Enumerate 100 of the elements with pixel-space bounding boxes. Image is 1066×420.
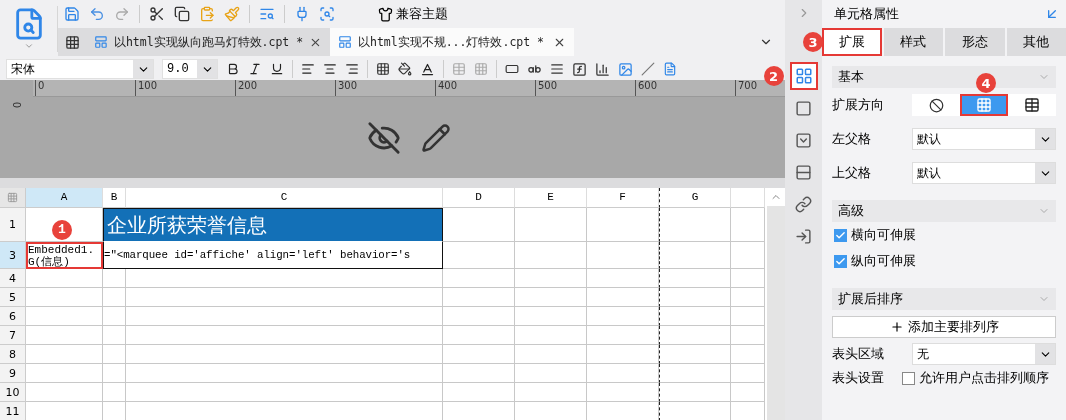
table-cell [587, 288, 659, 307]
panel-tab[interactable]: 形态 [945, 28, 1005, 56]
column-header[interactable]: A [26, 188, 103, 208]
field-label: 扩展方向 [832, 96, 885, 114]
textbox-icon[interactable] [505, 62, 519, 76]
column-header[interactable]: C [126, 188, 443, 208]
top-parent-select[interactable]: 默认 [912, 162, 1056, 184]
field-label: 表头设置 [832, 369, 885, 387]
check-icon [835, 255, 846, 267]
table-title-cell: 企业所获荣誉信息 [103, 208, 443, 242]
fill-color-icon[interactable] [398, 62, 412, 76]
cut-icon[interactable] [149, 6, 165, 22]
copy-icon[interactable] [174, 6, 190, 22]
column-header[interactable]: E [515, 188, 587, 208]
formula-icon[interactable] [572, 61, 587, 77]
column-header[interactable]: D [443, 188, 515, 208]
checkbox[interactable] [834, 228, 847, 242]
chart-icon[interactable] [595, 61, 610, 77]
row-header[interactable]: 9 [0, 364, 26, 383]
file-tab[interactable]: 以html实现纵向跑马灯特效.cpt * [86, 28, 330, 56]
paragraph-icon[interactable] [550, 62, 564, 76]
table-cell [587, 269, 659, 288]
table-cell [515, 383, 587, 402]
widget-icon [795, 131, 812, 149]
table-cell [515, 345, 587, 364]
table-cell [731, 269, 765, 288]
table-cell [443, 208, 515, 242]
table-cell [443, 364, 515, 383]
panel-tab[interactable]: 样式 [883, 28, 943, 56]
plug-icon[interactable] [294, 6, 310, 22]
theme-button[interactable]: 兼容主题 [374, 5, 452, 23]
row-header[interactable]: 4 [0, 269, 26, 288]
ruler-label: 700 [735, 80, 758, 96]
font-select[interactable]: 宋体 [6, 59, 154, 79]
header-area-select[interactable]: 无 [912, 343, 1056, 365]
table-cell [443, 383, 515, 402]
row-header[interactable]: 6 [0, 307, 26, 326]
border-icon[interactable] [376, 62, 390, 76]
field-label: 表头区域 [832, 345, 885, 363]
column-header[interactable]: F [587, 188, 659, 208]
table-cell [103, 326, 126, 345]
row-header[interactable]: 5 [0, 288, 26, 307]
row-header[interactable]: 11 [0, 402, 26, 420]
square-icon [795, 99, 812, 117]
font-color-icon[interactable] [420, 61, 435, 77]
pencil-icon[interactable] [421, 122, 451, 153]
panel-tab[interactable]: 其他 [1006, 28, 1066, 56]
checkbox[interactable] [902, 371, 915, 385]
column-header[interactable]: G [659, 188, 731, 208]
align-left-icon[interactable] [301, 62, 315, 76]
row-header[interactable]: 3 [0, 242, 26, 269]
field-label: 上父格 [832, 164, 872, 182]
align-right-icon[interactable] [345, 62, 359, 76]
table-cell [731, 288, 765, 307]
table-cell [103, 269, 126, 288]
left-parent-select[interactable]: 默认 [912, 128, 1056, 150]
table-cell [443, 307, 515, 326]
ruler-label: 200 [235, 80, 258, 96]
checkbox-label: 横向可伸展 [851, 226, 916, 244]
grid-icon[interactable] [64, 34, 80, 50]
hidden-eye-icon[interactable] [367, 120, 401, 155]
document-icon[interactable] [663, 62, 677, 76]
section-header[interactable]: 高级 [832, 200, 1056, 222]
section-header[interactable]: 扩展后排序 [832, 288, 1056, 310]
italic-icon[interactable] [248, 62, 262, 76]
slash-icon[interactable] [641, 62, 655, 76]
column-header[interactable]: B [103, 188, 126, 208]
table-cell [587, 364, 659, 383]
side-panel-button[interactable] [789, 62, 818, 90]
table-cell [659, 288, 731, 307]
checkbox[interactable] [834, 254, 847, 268]
ruler-label: 400 [435, 80, 458, 96]
bold-icon[interactable] [226, 62, 240, 76]
table-cell [659, 307, 731, 326]
row-header[interactable]: 7 [0, 326, 26, 345]
table-cell [587, 383, 659, 402]
row-header[interactable]: 1 [0, 208, 26, 242]
table-cell [659, 402, 731, 420]
image-icon[interactable] [618, 61, 633, 77]
panel-tab[interactable]: 扩展 [822, 28, 882, 56]
table-cell [515, 326, 587, 345]
undo-icon[interactable] [89, 6, 105, 22]
align-center-icon[interactable] [323, 62, 337, 76]
add-sort-button[interactable]: 添加主要排列序 [832, 316, 1056, 338]
row-header[interactable]: 8 [0, 345, 26, 364]
ruler-label: 0 [10, 101, 23, 109]
table-cell [659, 345, 731, 364]
table-cell [659, 269, 731, 288]
table-cell [515, 208, 587, 242]
scan-search-icon[interactable] [319, 6, 335, 22]
underline-icon[interactable] [270, 62, 284, 76]
table-cell [731, 307, 765, 326]
scrollbar[interactable] [767, 188, 785, 420]
text-search-icon[interactable] [259, 6, 275, 22]
ruler-label: 600 [635, 80, 658, 96]
checkbox-label: 纵向可伸展 [851, 252, 916, 270]
save-icon[interactable] [64, 6, 80, 22]
font-size-select[interactable]: 9.0 [162, 59, 218, 79]
row-header[interactable]: 10 [0, 383, 26, 402]
file-tab[interactable]: 以html实现不规...灯特效.cpt * [330, 28, 574, 56]
